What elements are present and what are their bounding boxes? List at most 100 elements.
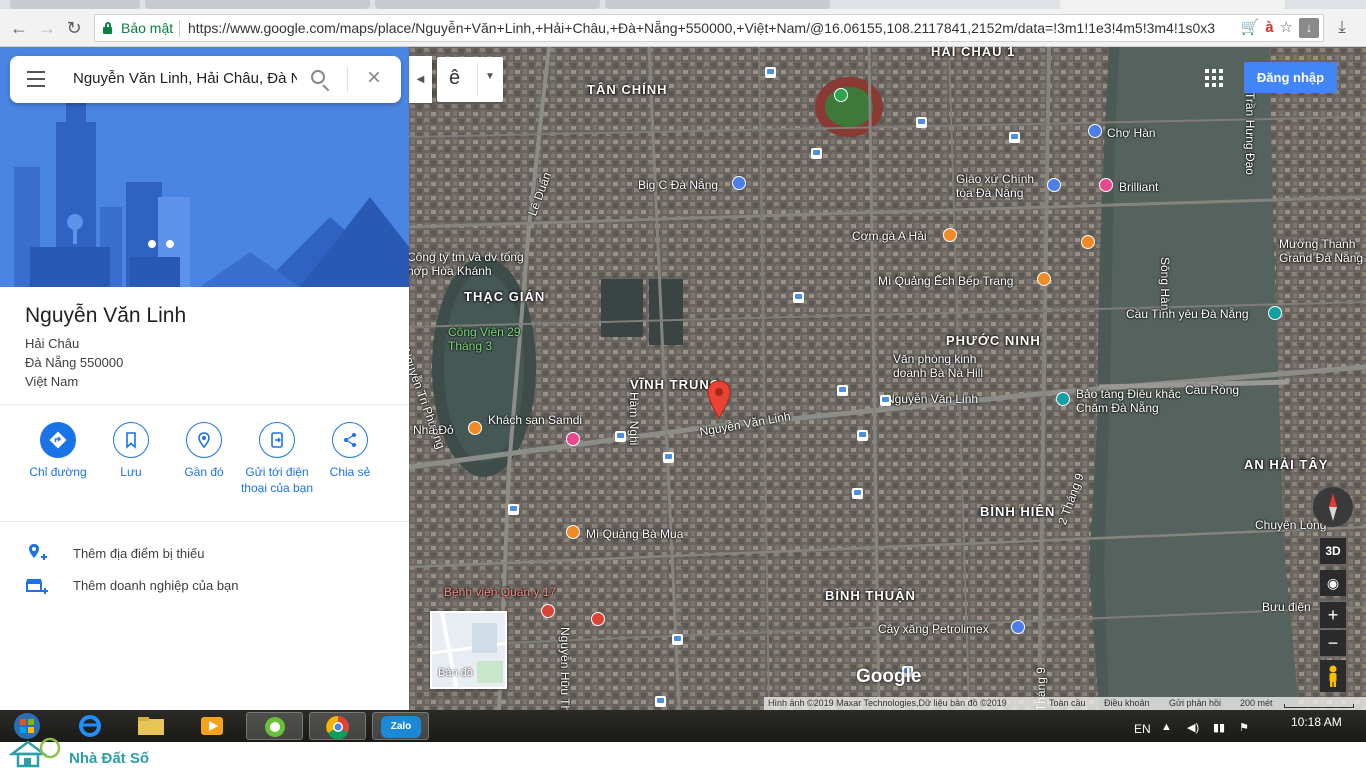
poi-label[interactable]: Cây xăng Petrolimex xyxy=(878,622,989,636)
forward-arrow-icon[interactable]: → xyxy=(36,17,58,39)
bus-stop-icon[interactable] xyxy=(663,452,674,463)
bus-stop-icon[interactable] xyxy=(672,634,683,645)
shopping-icon[interactable] xyxy=(1099,178,1113,192)
zoom-in-button[interactable]: + xyxy=(1320,602,1346,628)
taskbar-media-player[interactable] xyxy=(185,712,240,740)
stadium-icon[interactable] xyxy=(834,88,848,102)
map-type-toggle[interactable]: Bản đồ xyxy=(430,611,507,689)
hospital-icon[interactable] xyxy=(541,604,555,618)
save-button[interactable]: Lưu xyxy=(91,422,171,480)
sign-in-button[interactable]: Đăng nhập xyxy=(1244,62,1337,93)
bus-stop-icon[interactable] xyxy=(916,117,927,128)
address-bar[interactable]: Bảo mật https://www.google.com/maps/plac… xyxy=(94,14,1324,42)
bus-stop-icon[interactable] xyxy=(615,431,626,442)
my-location-icon[interactable]: ◉ xyxy=(1320,570,1346,596)
bus-stop-icon[interactable] xyxy=(1009,132,1020,143)
close-icon[interactable]: × xyxy=(363,65,385,91)
poi-label[interactable]: Big C Đà Nẵng xyxy=(638,178,718,192)
poi-label[interactable]: Văn phòng kinh doanh Bà Nà Hill xyxy=(893,352,1003,380)
browser-tab[interactable] xyxy=(145,0,370,9)
collapse-panel-button[interactable]: ◀ xyxy=(409,56,432,103)
restaurant-icon[interactable] xyxy=(1081,235,1095,249)
volume-icon[interactable]: ◀) xyxy=(1187,721,1199,734)
poi-label[interactable]: Mường Thanh Grand Đà Nẵng xyxy=(1279,237,1366,265)
hospital-label[interactable]: Bệnh viện Quân y 17 xyxy=(444,585,556,599)
poi-label[interactable]: Công ty tm và dv tổng hợp Hòa Khánh xyxy=(409,250,527,278)
bus-stop-icon[interactable] xyxy=(837,385,848,396)
poi-label[interactable]: Mì Quảng Ếch Bếp Trang xyxy=(878,274,1013,288)
poi-label[interactable]: Bưu điện xyxy=(1262,600,1311,614)
reload-icon[interactable]: ↻ xyxy=(63,17,85,39)
bus-stop-icon[interactable] xyxy=(508,504,519,515)
poi-label[interactable]: Nhà Đỏ xyxy=(413,423,454,437)
global-link[interactable]: Toàn cầu xyxy=(1049,698,1086,708)
shopping-icon[interactable] xyxy=(732,176,746,190)
input-tools-selector[interactable]: ê ▼ xyxy=(437,57,503,102)
taskbar-app[interactable] xyxy=(246,712,303,740)
bus-stop-icon[interactable] xyxy=(811,148,822,159)
input-language[interactable]: EN xyxy=(1134,722,1151,736)
poi-label[interactable]: Brilliant xyxy=(1119,180,1158,194)
tray-chevron-icon[interactable]: ▲ xyxy=(1161,721,1172,733)
poi-label[interactable]: Mì Quảng Bà Mua xyxy=(586,527,683,541)
compass-icon[interactable] xyxy=(1313,487,1353,527)
extension-download-icon[interactable]: ↓ xyxy=(1299,18,1319,38)
3d-toggle-button[interactable]: 3D xyxy=(1320,538,1346,564)
send-to-phone-button[interactable]: Gửi tới điện thoại của bạn xyxy=(237,422,317,496)
museum-icon[interactable] xyxy=(1056,392,1070,406)
bus-stop-icon[interactable] xyxy=(880,395,891,406)
back-arrow-icon[interactable]: ← xyxy=(8,17,30,39)
browser-tab[interactable] xyxy=(10,0,140,9)
search-box[interactable]: Nguyễn Văn Linh, Hải Châu, Đà Nẵng × xyxy=(10,56,401,103)
url-text[interactable]: https://www.google.com/maps/place/Nguyễn… xyxy=(188,20,1218,36)
taskbar-ie[interactable] xyxy=(63,712,118,740)
pegman-icon[interactable] xyxy=(1320,660,1346,692)
poi-label[interactable]: Cầu Tình yêu Đà Nẵng xyxy=(1126,307,1249,321)
search-input[interactable]: Nguyễn Văn Linh, Hải Châu, Đà Nẵng xyxy=(73,70,297,87)
shopping-icon[interactable] xyxy=(1088,124,1102,138)
clock[interactable]: 10:18 AM xyxy=(1291,715,1342,729)
network-icon[interactable]: ▮▮ xyxy=(1213,721,1225,734)
poi-label[interactable]: Khách sạn Samdi xyxy=(488,413,582,427)
church-icon[interactable] xyxy=(1047,178,1061,192)
hotel-icon[interactable] xyxy=(468,421,482,435)
hamburger-menu-icon[interactable] xyxy=(27,71,47,87)
park-label[interactable]: Công Viên 29 Tháng 3 xyxy=(448,325,528,353)
download-icon[interactable]: ⤓ xyxy=(1332,17,1352,39)
search-icon[interactable] xyxy=(310,69,332,92)
shopping-cart-icon[interactable]: 🛒 xyxy=(1241,17,1260,39)
restaurant-icon[interactable] xyxy=(943,228,957,242)
zoom-out-button[interactable]: − xyxy=(1320,630,1346,656)
taskbar-zalo[interactable]: Zalo xyxy=(372,712,429,740)
chevron-down-icon[interactable]: ▼ xyxy=(485,71,495,82)
poi-label[interactable]: Giáo xứ Chính tòa Đà Nẵng xyxy=(956,172,1046,200)
satellite-map[interactable]: HẢI CHÂU 1 TÂN CHÍNH THẠC GIÁN VĨNH TRUN… xyxy=(409,47,1366,710)
translate-icon[interactable]: à xyxy=(1265,17,1273,39)
browser-tab[interactable] xyxy=(605,0,830,9)
poi-label[interactable]: Chợ Hàn xyxy=(1107,126,1156,140)
shopping-icon[interactable] xyxy=(566,432,580,446)
share-button[interactable]: Chia sẻ xyxy=(310,422,390,480)
add-business-row[interactable]: Thêm doanh nghiệp của bạn xyxy=(25,574,239,598)
location-pin-icon[interactable] xyxy=(706,380,732,420)
hospital-icon[interactable] xyxy=(591,612,605,626)
directions-button[interactable]: Chỉ đường xyxy=(18,422,98,480)
landmark-icon[interactable] xyxy=(1268,306,1282,320)
star-icon[interactable]: ☆ xyxy=(1280,17,1293,39)
taskbar-explorer[interactable] xyxy=(124,712,179,740)
terms-link[interactable]: Điều khoản xyxy=(1104,698,1150,708)
gas-station-icon[interactable] xyxy=(1011,620,1025,634)
restaurant-icon[interactable] xyxy=(1037,272,1051,286)
nearby-button[interactable]: Gần đó xyxy=(164,422,244,480)
poi-label[interactable]: Cơm gà A Hải xyxy=(852,229,927,243)
bus-stop-icon[interactable] xyxy=(857,430,868,441)
browser-tab[interactable] xyxy=(375,0,600,9)
apps-grid-icon[interactable] xyxy=(1205,69,1223,87)
bus-stop-icon[interactable] xyxy=(655,696,666,707)
add-missing-place-row[interactable]: Thêm địa điểm bị thiếu xyxy=(25,542,205,566)
taskbar-chrome[interactable] xyxy=(309,712,366,740)
restaurant-icon[interactable] xyxy=(566,525,580,539)
bus-stop-icon[interactable] xyxy=(765,67,776,78)
bus-stop-icon[interactable] xyxy=(793,292,804,303)
flag-icon[interactable]: ⚑ xyxy=(1239,721,1249,734)
